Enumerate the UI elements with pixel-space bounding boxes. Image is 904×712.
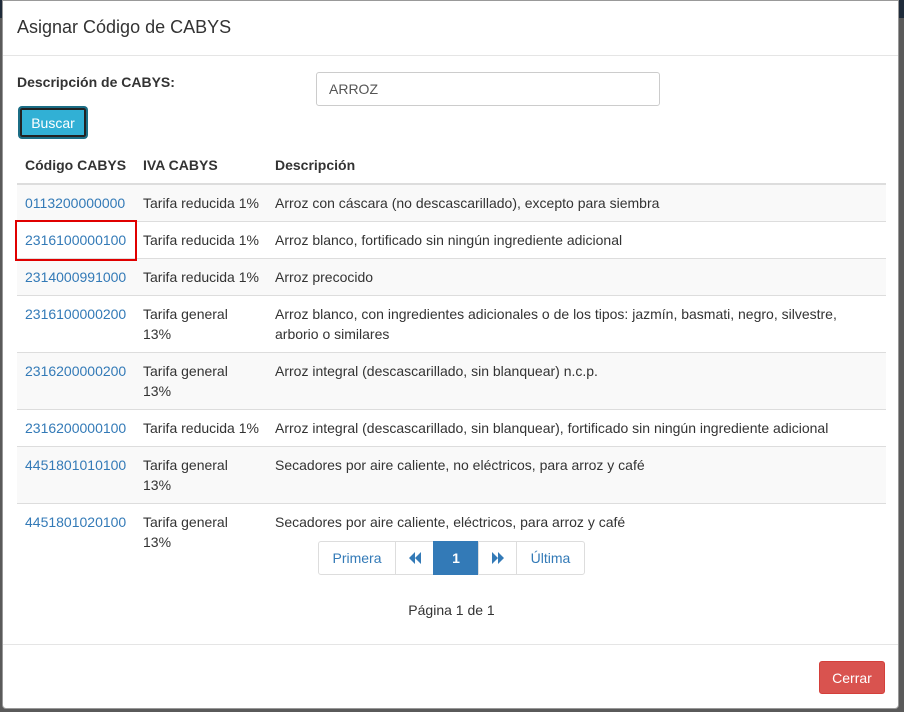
table-header-row: Código CABYS IVA CABYS Descripción bbox=[17, 147, 886, 185]
iva-cell: Tarifa general 13% bbox=[135, 295, 267, 353]
iva-cell: Tarifa general 13% bbox=[135, 503, 267, 560]
cabys-code-link[interactable]: 0113200000000 bbox=[25, 195, 125, 211]
cabys-code-link[interactable]: 2314000991000 bbox=[25, 269, 126, 285]
iva-cell: Tarifa general 13% bbox=[135, 446, 267, 504]
double-chevron-left-icon bbox=[408, 552, 421, 564]
cabys-modal: Asignar Código de CABYS Descripción de C… bbox=[2, 0, 899, 709]
pagination: Primera 1 Última bbox=[318, 541, 585, 575]
table-row: 2316200000100 Tarifa reducida 1% Arroz i… bbox=[17, 409, 886, 447]
pagination-page-current[interactable]: 1 bbox=[433, 541, 479, 575]
table-row: 2316200000200 Tarifa general 13% Arroz i… bbox=[17, 352, 886, 410]
pagination-first[interactable]: Primera bbox=[318, 541, 396, 575]
description-cell: Arroz con cáscara (no descascarillado), … bbox=[267, 183, 886, 222]
pagination-last[interactable]: Última bbox=[516, 541, 585, 575]
table-row: 2314000991000 Tarifa reducida 1% Arroz p… bbox=[17, 258, 886, 296]
table-row: 2316100000100 Tarifa reducida 1% Arroz b… bbox=[15, 219, 886, 261]
modal-header: Asignar Código de CABYS bbox=[3, 1, 898, 56]
table-row: 0113200000000 Tarifa reducida 1% Arroz c… bbox=[17, 183, 886, 222]
iva-cell: Tarifa general 13% bbox=[135, 352, 267, 410]
search-input[interactable] bbox=[316, 72, 660, 106]
pagination-prev[interactable] bbox=[395, 541, 434, 575]
description-cell: Secadores por aire caliente, no eléctric… bbox=[267, 446, 886, 504]
cabys-code-link[interactable]: 4451801010100 bbox=[25, 457, 126, 473]
header-description: Descripción bbox=[267, 147, 886, 185]
iva-cell: Tarifa reducida 1% bbox=[135, 409, 267, 447]
highlighted-code-cell: 2316100000100 bbox=[15, 219, 137, 261]
table-row: 4451801010100 Tarifa general 13% Secador… bbox=[17, 446, 886, 504]
cabys-code-link[interactable]: 2316200000100 bbox=[25, 420, 126, 436]
modal-title: Asignar Código de CABYS bbox=[17, 17, 232, 37]
iva-cell: Tarifa reducida 1% bbox=[135, 221, 267, 259]
header-iva: IVA CABYS bbox=[135, 147, 267, 185]
modal-footer-divider bbox=[3, 644, 898, 645]
description-cell: Arroz integral (descascarillado, sin bla… bbox=[267, 352, 886, 410]
table-row: 2316100000200 Tarifa general 13% Arroz b… bbox=[17, 295, 886, 353]
description-cell: Arroz integral (descascarillado, sin bla… bbox=[267, 409, 886, 447]
description-cell: Arroz blanco, con ingredientes adicional… bbox=[267, 295, 886, 353]
page-info: Página 1 de 1 bbox=[408, 602, 495, 618]
header-code: Código CABYS bbox=[17, 147, 135, 185]
pagination-next[interactable] bbox=[478, 541, 517, 575]
search-label: Descripción de CABYS: bbox=[17, 74, 175, 90]
results-table: Código CABYS IVA CABYS Descripción 01132… bbox=[15, 147, 886, 560]
cabys-code-link[interactable]: 4451801020100 bbox=[25, 514, 126, 530]
iva-cell: Tarifa reducida 1% bbox=[135, 183, 267, 222]
iva-cell: Tarifa reducida 1% bbox=[135, 258, 267, 296]
double-chevron-right-icon bbox=[491, 552, 504, 564]
search-button[interactable]: Buscar bbox=[19, 107, 87, 138]
cabys-code-link[interactable]: 2316100000200 bbox=[25, 306, 126, 322]
cabys-code-link[interactable]: 2316200000200 bbox=[25, 363, 126, 379]
description-cell: Arroz blanco, fortificado sin ningún ing… bbox=[267, 221, 886, 259]
description-cell: Arroz precocido bbox=[267, 258, 886, 296]
close-button[interactable]: Cerrar bbox=[819, 661, 885, 694]
cabys-code-link[interactable]: 2316100000100 bbox=[25, 232, 126, 248]
